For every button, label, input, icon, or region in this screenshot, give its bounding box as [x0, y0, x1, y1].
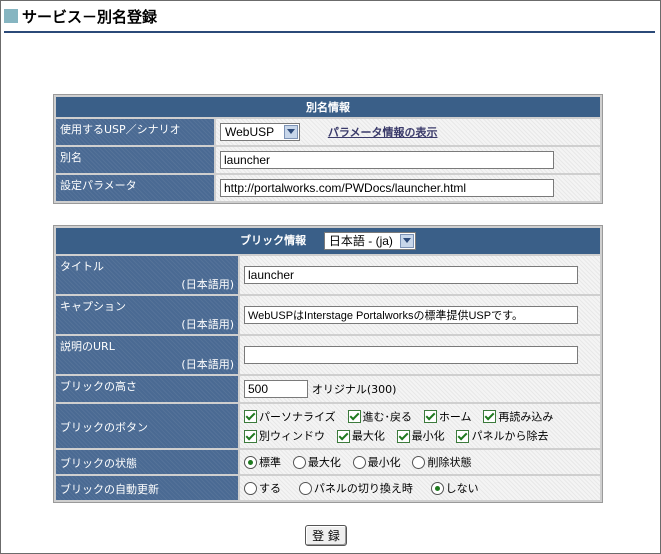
- radio-selected-icon: [244, 455, 257, 469]
- radio-refresh-no[interactable]: しない: [430, 480, 479, 496]
- alias-input[interactable]: [220, 151, 554, 169]
- brick-info-header: ブリック情報 日本語 - (ja): [56, 228, 600, 254]
- checkbox-checked-icon: [483, 410, 497, 423]
- radio-label: 最小化: [367, 456, 401, 469]
- chevron-down-icon: [284, 125, 298, 139]
- checkbox-checked-icon: [336, 429, 350, 443]
- usp-select-value: WebUSP: [225, 125, 275, 139]
- chevron-down-icon: [399, 234, 414, 248]
- height-input[interactable]: [244, 380, 308, 398]
- caption-label: キャプション (日本語用): [56, 296, 238, 334]
- checkbox-label: パネルから除去: [471, 429, 549, 443]
- url-input[interactable]: [244, 346, 578, 364]
- checkbox-label: ホーム: [438, 410, 472, 423]
- alias-info-header: 別名情報: [56, 97, 600, 117]
- title-rule: [4, 31, 655, 33]
- radio-icon: [352, 455, 366, 469]
- radio-selected-icon: [430, 481, 444, 495]
- caption-label-text: キャプション: [60, 300, 126, 313]
- radio-icon: [298, 481, 312, 495]
- checkbox-label: パーソナライズ: [259, 410, 336, 423]
- alias-label: 別名: [56, 147, 214, 173]
- radio-label: 削除状態: [427, 456, 472, 469]
- checkbox-remove-from-panel[interactable]: パネルから除去: [456, 426, 548, 446]
- language-select-value: 日本語 - (ja): [328, 234, 393, 248]
- usp-select[interactable]: WebUSP: [220, 123, 300, 141]
- state-label: ブリックの状態: [56, 450, 238, 474]
- checkbox-reload[interactable]: 再読み込み: [483, 407, 553, 427]
- checkbox-new-window[interactable]: 別ウィンドウ: [244, 426, 325, 446]
- caption-input[interactable]: [244, 306, 578, 324]
- caption-lang-note: (日本語用): [181, 318, 234, 331]
- radio-state-normal[interactable]: 標準: [244, 454, 281, 470]
- radio-state-deleted[interactable]: 削除状態: [412, 454, 471, 470]
- checkbox-label: 最小化: [411, 429, 445, 443]
- checkbox-minimize[interactable]: 最小化: [396, 426, 445, 446]
- checkbox-label: 最大化: [351, 429, 385, 443]
- checkbox-home[interactable]: ホーム: [423, 407, 472, 427]
- checkbox-label: 再読み込み: [498, 410, 554, 423]
- checkbox-checked-icon: [423, 410, 437, 423]
- usp-label: 使用するUSP／シナリオ: [56, 119, 214, 145]
- refresh-label: ブリックの自動更新: [56, 476, 238, 500]
- radio-icon: [292, 455, 306, 469]
- title-square-icon: [4, 9, 18, 23]
- height-original-text: オリジナル(300): [311, 383, 397, 396]
- checkbox-checked-icon: [244, 410, 257, 423]
- url-label-text: 説明のURL: [60, 340, 115, 353]
- radio-state-minimized[interactable]: 最小化: [352, 454, 401, 470]
- title-label: タイトル (日本語用): [56, 256, 238, 294]
- radio-state-maximized[interactable]: 最大化: [292, 454, 341, 470]
- page-header: サービス－別名登録: [2, 4, 657, 33]
- radio-refresh-yes[interactable]: する: [244, 480, 281, 496]
- brick-info-table: ブリック情報 日本語 - (ja) タイトル (日本語用) キャプション (日本…: [53, 225, 603, 503]
- brick-info-title: ブリック情報: [240, 234, 307, 247]
- checkbox-checked-icon: [347, 410, 361, 423]
- url-label: 説明のURL (日本語用): [56, 336, 238, 374]
- param-info-link[interactable]: パラメータ情報の表示: [328, 126, 438, 139]
- param-label: 設定パラメータ: [56, 175, 214, 201]
- radio-icon: [244, 481, 257, 495]
- checkbox-personalize[interactable]: パーソナライズ: [244, 407, 336, 427]
- radio-label: しない: [445, 482, 479, 495]
- param-input[interactable]: [220, 179, 554, 197]
- buttons-label: ブリックのボタン: [56, 404, 238, 448]
- checkbox-checked-icon: [244, 429, 257, 443]
- url-lang-note: (日本語用): [181, 358, 234, 371]
- radio-label: 標準: [259, 456, 281, 469]
- register-button[interactable]: 登 録: [305, 525, 347, 546]
- alias-info-table: 別名情報 使用するUSP／シナリオ WebUSP パラメータ情報の表示 別名 設…: [53, 94, 603, 204]
- checkbox-checked-icon: [456, 429, 470, 443]
- checkbox-forward-back[interactable]: 進む･戻る: [347, 407, 413, 427]
- title-label-text: タイトル: [60, 260, 104, 273]
- page-title: サービス－別名登録: [22, 8, 158, 26]
- radio-label: する: [259, 482, 281, 495]
- checkbox-maximize[interactable]: 最大化: [336, 426, 385, 446]
- radio-label: 最大化: [307, 456, 341, 469]
- title-input[interactable]: [244, 266, 578, 284]
- language-select[interactable]: 日本語 - (ja): [323, 232, 416, 250]
- checkbox-checked-icon: [396, 429, 410, 443]
- title-lang-note: (日本語用): [181, 278, 234, 291]
- radio-refresh-on-panel-switch[interactable]: パネルの切り換え時: [298, 480, 413, 496]
- checkbox-label: 別ウィンドウ: [259, 429, 325, 443]
- radio-label: パネルの切り換え時: [313, 482, 413, 495]
- radio-icon: [412, 455, 426, 469]
- checkbox-label: 進む･戻る: [362, 410, 413, 423]
- height-label: ブリックの高さ: [56, 376, 238, 402]
